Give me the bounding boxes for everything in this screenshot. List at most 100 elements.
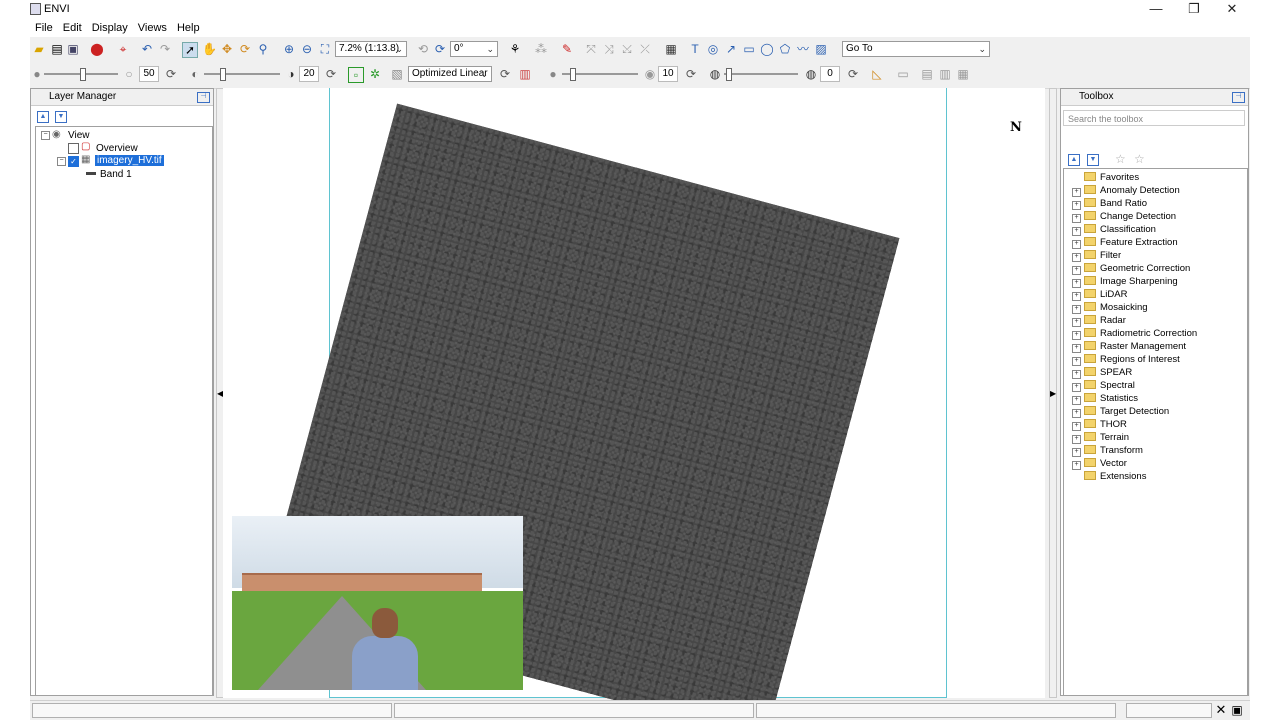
- sharpen-value[interactable]: 10: [658, 66, 678, 82]
- toolbox-item[interactable]: Favorites: [1084, 171, 1139, 184]
- roi-icon[interactable]: ▦: [664, 42, 678, 56]
- toolbox-item[interactable]: + Raster Management: [1072, 340, 1186, 353]
- contrast-value[interactable]: 20: [299, 66, 319, 82]
- polyline-annotation-icon[interactable]: 〰: [796, 42, 810, 56]
- expand-icon[interactable]: +: [1072, 227, 1081, 236]
- contrast-thumb[interactable]: [220, 68, 226, 81]
- expand-icon[interactable]: +: [1072, 253, 1081, 262]
- zoom-fit-icon[interactable]: ⛶: [318, 42, 332, 56]
- tree-view-node[interactable]: View: [68, 130, 90, 141]
- toolbox-item[interactable]: Extensions: [1084, 470, 1146, 483]
- overview-checkbox[interactable]: [68, 143, 79, 154]
- menu-file[interactable]: File: [30, 19, 58, 37]
- toolbox-item[interactable]: + SPEAR: [1072, 366, 1132, 379]
- data-manager-icon[interactable]: ▤: [50, 42, 64, 56]
- crosshair-icon[interactable]: ⌖: [116, 42, 130, 56]
- ellipse-annotation-icon[interactable]: ◯: [760, 42, 774, 56]
- menu-help[interactable]: Help: [172, 19, 205, 37]
- zoom-in-icon[interactable]: ⊕: [282, 42, 296, 56]
- close-button[interactable]: ✕: [1213, 0, 1250, 19]
- expand-icon[interactable]: +: [1072, 292, 1081, 301]
- menu-edit[interactable]: Edit: [58, 19, 87, 37]
- expand-icon[interactable]: +: [1072, 370, 1081, 379]
- expand-all-icon[interactable]: ▼: [55, 111, 67, 123]
- sharpen-slider[interactable]: [562, 68, 638, 81]
- join-icon[interactable]: ⤫: [638, 42, 652, 56]
- collapse-all-icon[interactable]: ▲: [37, 111, 49, 123]
- layout-icon[interactable]: ▭: [896, 67, 910, 81]
- stretch-type-icon[interactable]: ▧: [390, 67, 404, 81]
- toolbox-item[interactable]: + Filter: [1072, 249, 1121, 262]
- rotate-icon[interactable]: ⟳: [238, 42, 252, 56]
- expand-icon[interactable]: +: [1072, 357, 1081, 366]
- arrow-annotation-icon[interactable]: ↗: [724, 42, 738, 56]
- toolbox-search-input[interactable]: Search the toolbox: [1063, 110, 1245, 126]
- rotation-combo[interactable]: 0° ⌄: [450, 41, 498, 57]
- histogram-icon[interactable]: ▥: [518, 67, 532, 81]
- layout-1x1-icon[interactable]: ▤: [920, 67, 934, 81]
- expand-icon[interactable]: +: [1072, 344, 1081, 353]
- brightness-thumb[interactable]: [80, 68, 86, 81]
- pan-icon[interactable]: ✋: [202, 42, 217, 56]
- toolbox-item[interactable]: + LiDAR: [1072, 288, 1127, 301]
- toolbox-item[interactable]: + Spectral: [1072, 379, 1135, 392]
- reset-contrast-icon[interactable]: ⟳: [324, 67, 338, 81]
- redo-icon[interactable]: ↷: [158, 42, 172, 56]
- menu-display[interactable]: Display: [87, 19, 133, 37]
- maximize-button[interactable]: ❐: [1175, 0, 1213, 19]
- tree-band-node[interactable]: Band 1: [100, 169, 132, 180]
- profile-icon[interactable]: ◺: [870, 67, 884, 81]
- expand-icon[interactable]: +: [1072, 266, 1081, 275]
- imagery-checkbox[interactable]: ✓: [68, 156, 79, 167]
- right-panel-toggle[interactable]: ▶: [1049, 88, 1057, 698]
- reset-stretch-icon[interactable]: ⟳: [498, 67, 512, 81]
- toolbox-item[interactable]: + Radar: [1072, 314, 1126, 327]
- expand-icon[interactable]: +: [1072, 448, 1081, 457]
- toolbox-item[interactable]: + Geometric Correction: [1072, 262, 1190, 275]
- tree-overview-node[interactable]: Overview: [96, 143, 138, 154]
- toolbox-item[interactable]: + Radiometric Correction: [1072, 327, 1197, 340]
- rotate-left-icon[interactable]: ⟲: [416, 42, 430, 56]
- stretch-roi-icon[interactable]: ✲: [368, 67, 382, 81]
- toolbox-item[interactable]: + Statistics: [1072, 392, 1138, 405]
- undo-icon[interactable]: ↶: [140, 42, 154, 56]
- toolbox-item[interactable]: + Band Ratio: [1072, 197, 1147, 210]
- expand-icon[interactable]: +: [1072, 201, 1081, 210]
- tree-imagery-node[interactable]: imagery_HV.tif: [95, 155, 164, 166]
- toolbox-item[interactable]: + Regions of Interest: [1072, 353, 1180, 366]
- expand-icon[interactable]: +: [1072, 188, 1081, 197]
- rectangle-annotation-icon[interactable]: ▭: [742, 42, 756, 56]
- expand-all-icon[interactable]: ▼: [1087, 154, 1099, 166]
- expand-icon[interactable]: +: [1072, 422, 1081, 431]
- collapse-icon[interactable]: −: [57, 157, 66, 166]
- annotation-icon[interactable]: ✎: [560, 42, 574, 56]
- polygon-annotation-icon[interactable]: ⬠: [778, 42, 792, 56]
- contrast-slider[interactable]: [204, 68, 280, 81]
- open-file-icon[interactable]: ▰: [32, 42, 46, 56]
- select-icon[interactable]: ➚: [182, 42, 198, 58]
- layout-1x2-icon[interactable]: ▥: [938, 67, 952, 81]
- brightness-value[interactable]: 50: [139, 66, 159, 82]
- sharpen-thumb[interactable]: [570, 68, 576, 81]
- star-icon[interactable]: ☆: [1115, 152, 1126, 166]
- expand-icon[interactable]: +: [1072, 214, 1081, 223]
- pin-icon[interactable]: ⬤: [90, 42, 104, 56]
- expand-icon[interactable]: +: [1072, 240, 1081, 249]
- expand-icon[interactable]: +: [1072, 435, 1081, 444]
- zoom-combo[interactable]: 7.2% (1:13.8) ⌄: [335, 41, 407, 57]
- toolbox-item[interactable]: + Mosaicking: [1072, 301, 1148, 314]
- stretch-combo[interactable]: Optimized Linear ⌄: [408, 66, 492, 82]
- toolbox-item[interactable]: + Terrain: [1072, 431, 1129, 444]
- menu-views[interactable]: Views: [133, 19, 172, 37]
- process-manager-icon[interactable]: ▣: [1230, 703, 1244, 717]
- reset-brightness-icon[interactable]: ⟳: [164, 67, 178, 81]
- expand-icon[interactable]: +: [1072, 279, 1081, 288]
- expand-icon[interactable]: +: [1072, 305, 1081, 314]
- star-add-icon[interactable]: ☆: [1134, 152, 1145, 166]
- toolbox-item[interactable]: + THOR: [1072, 418, 1127, 431]
- rotate-right-icon[interactable]: ⟳: [433, 42, 447, 56]
- toolbox-item[interactable]: + Target Detection: [1072, 405, 1169, 418]
- zoom-icon[interactable]: ⚲: [256, 42, 270, 56]
- expand-icon[interactable]: +: [1072, 409, 1081, 418]
- toolbox-item[interactable]: + Classification: [1072, 223, 1156, 236]
